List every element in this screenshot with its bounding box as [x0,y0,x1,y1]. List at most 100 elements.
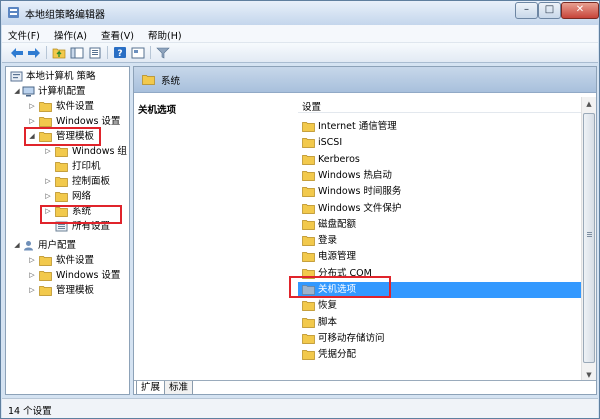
scroll-up-icon[interactable]: ▲ [582,97,596,111]
window-title: 本地组策略编辑器 [25,10,105,21]
tree-label: 打印机 [72,161,101,172]
help-icon[interactable]: ? [112,45,128,60]
tree-node-admin-templates[interactable]: ◢ 管理模板 [6,129,129,144]
list-item[interactable]: 凭据分配 [298,347,582,363]
vertical-scrollbar[interactable]: ▲ ▼ [581,97,596,382]
tree-label: 计算机配置 [38,86,86,97]
minimize-button[interactable]: – [515,2,538,19]
menu-file[interactable]: 文件(F) [8,28,40,42]
tree-node-windows-settings[interactable]: ▷ Windows 设置 [6,114,129,129]
collapse-arrow-icon[interactable]: ◢ [28,129,36,144]
tree-node-user-software-settings[interactable]: ▷ 软件设置 [6,253,129,268]
tree-node-software-settings[interactable]: ▷ 软件设置 [6,99,129,114]
list-item[interactable]: iSCSI [298,135,582,151]
list-item[interactable]: 电源管理 [298,249,582,265]
expand-arrow-icon[interactable]: ▷ [44,174,52,189]
tree-label: Windows 组 [72,146,127,157]
tree-label: 软件设置 [56,101,95,112]
list-item[interactable]: 分布式 COM [298,266,582,282]
tree-node-user-windows-settings[interactable]: ▷ Windows 设置 [6,268,129,283]
tree-node-windows-components[interactable]: ▷ Windows 组 [6,144,129,159]
expand-arrow-icon[interactable]: ▷ [44,144,52,159]
expand-arrow-icon[interactable]: ▷ [28,253,36,268]
scroll-thumb[interactable] [583,113,595,363]
tree-label: Windows 设置 [56,270,121,281]
list-item-label: Windows 时间服务 [318,186,402,198]
show-hide-tree-icon[interactable] [69,45,85,60]
toolbar: ? [2,43,598,63]
tree-node-local-policy[interactable]: 本地计算机 策略 [6,69,129,84]
details-pane: 系统 关机选项 设置 Internet 通信管理 iSCSI Kerberos Win… [133,66,597,395]
tree-node-user-admin-templates[interactable]: ▷ 管理模板 [6,283,129,298]
folder-icon [39,102,52,112]
folder-icon [142,75,155,85]
app-window: 本地组策略编辑器 – □ ✕ 文件(F) 操作(A) 查看(V) 帮助(H) ?… [0,0,600,419]
list-item[interactable]: 恢复 [298,298,582,314]
list-item[interactable]: Kerberos [298,152,582,168]
folder-icon [302,219,315,230]
export-list-icon[interactable] [87,45,103,60]
scroll-grip [587,232,592,233]
folder-icon [302,268,315,279]
folder-icon [39,117,52,127]
tree-node-system[interactable]: ▷ 系统 [6,204,129,219]
details-banner: 系统 [134,67,596,93]
folder-icon [302,187,315,198]
folder-icon [39,286,52,296]
toolbar-separator [46,46,47,59]
close-button[interactable]: ✕ [561,2,599,19]
folder-icon [302,252,315,263]
selected-item-title: 关机选项 [138,105,177,116]
column-header-setting[interactable]: 设置 [298,97,582,113]
up-folder-icon[interactable] [51,45,67,60]
tree-node-network[interactable]: ▷ 网络 [6,189,129,204]
list-item-label: 磁盘配额 [318,218,357,230]
list-item[interactable]: 可移动存储访问 [298,331,582,347]
list-item[interactable]: Windows 热启动 [298,168,582,184]
expand-arrow-icon[interactable]: ▷ [28,283,36,298]
tab-standard[interactable]: 标准 [164,381,194,394]
tree-label: 网络 [72,191,92,202]
list-item[interactable]: 脚本 [298,315,582,331]
tree-label: 管理模板 [56,131,95,142]
user-icon [24,241,33,251]
back-arrow-icon[interactable] [9,45,25,60]
folder-icon [55,162,68,172]
tree-label: 管理模板 [56,285,95,296]
tree-node-control-panel[interactable]: ▷ 控制面板 [6,174,129,189]
menu-action[interactable]: 操作(A) [54,28,87,42]
tree-label: Windows 设置 [56,116,121,127]
expand-arrow-icon[interactable]: ▷ [44,204,52,219]
list-item[interactable]: Windows 文件保护 [298,201,582,217]
filter-icon[interactable] [155,45,171,60]
tree-label: 用户配置 [38,240,77,251]
menu-view[interactable]: 查看(V) [101,28,134,42]
tree-node-all-settings[interactable]: 所有设置 [6,219,129,234]
list-item[interactable]: 关机选项 [298,282,582,298]
folder-icon [39,271,52,281]
expand-arrow-icon[interactable]: ▷ [28,99,36,114]
tree-node-user-config[interactable]: ◢ 用户配置 [6,238,129,253]
list-item[interactable]: Windows 时间服务 [298,184,582,200]
list-item[interactable]: 登录 [298,233,582,249]
tree-node-computer-config[interactable]: ◢ 计算机配置 [6,84,129,99]
list-item[interactable]: 磁盘配额 [298,217,582,233]
menu-help[interactable]: 帮助(H) [148,28,182,42]
gpedit-app-icon [8,7,19,18]
expand-arrow-icon[interactable]: ▷ [28,268,36,283]
collapse-arrow-icon[interactable]: ◢ [13,84,21,99]
forward-arrow-icon[interactable] [26,45,42,60]
list-item-label: Windows 热启动 [318,169,392,181]
folder-icon [302,154,315,165]
list-item[interactable]: Internet 通信管理 [298,119,582,135]
folder-icon [302,317,315,328]
folder-icon [302,236,315,246]
folder-icon [55,192,68,202]
expand-arrow-icon[interactable]: ▷ [44,189,52,204]
tab-extended[interactable]: 扩展 [136,381,166,394]
expand-arrow-icon[interactable]: ▷ [28,114,36,129]
maximize-button[interactable]: □ [538,2,561,19]
collapse-arrow-icon[interactable]: ◢ [13,238,21,253]
properties-icon[interactable] [130,45,146,60]
tree-node-printers[interactable]: 打印机 [6,159,129,174]
